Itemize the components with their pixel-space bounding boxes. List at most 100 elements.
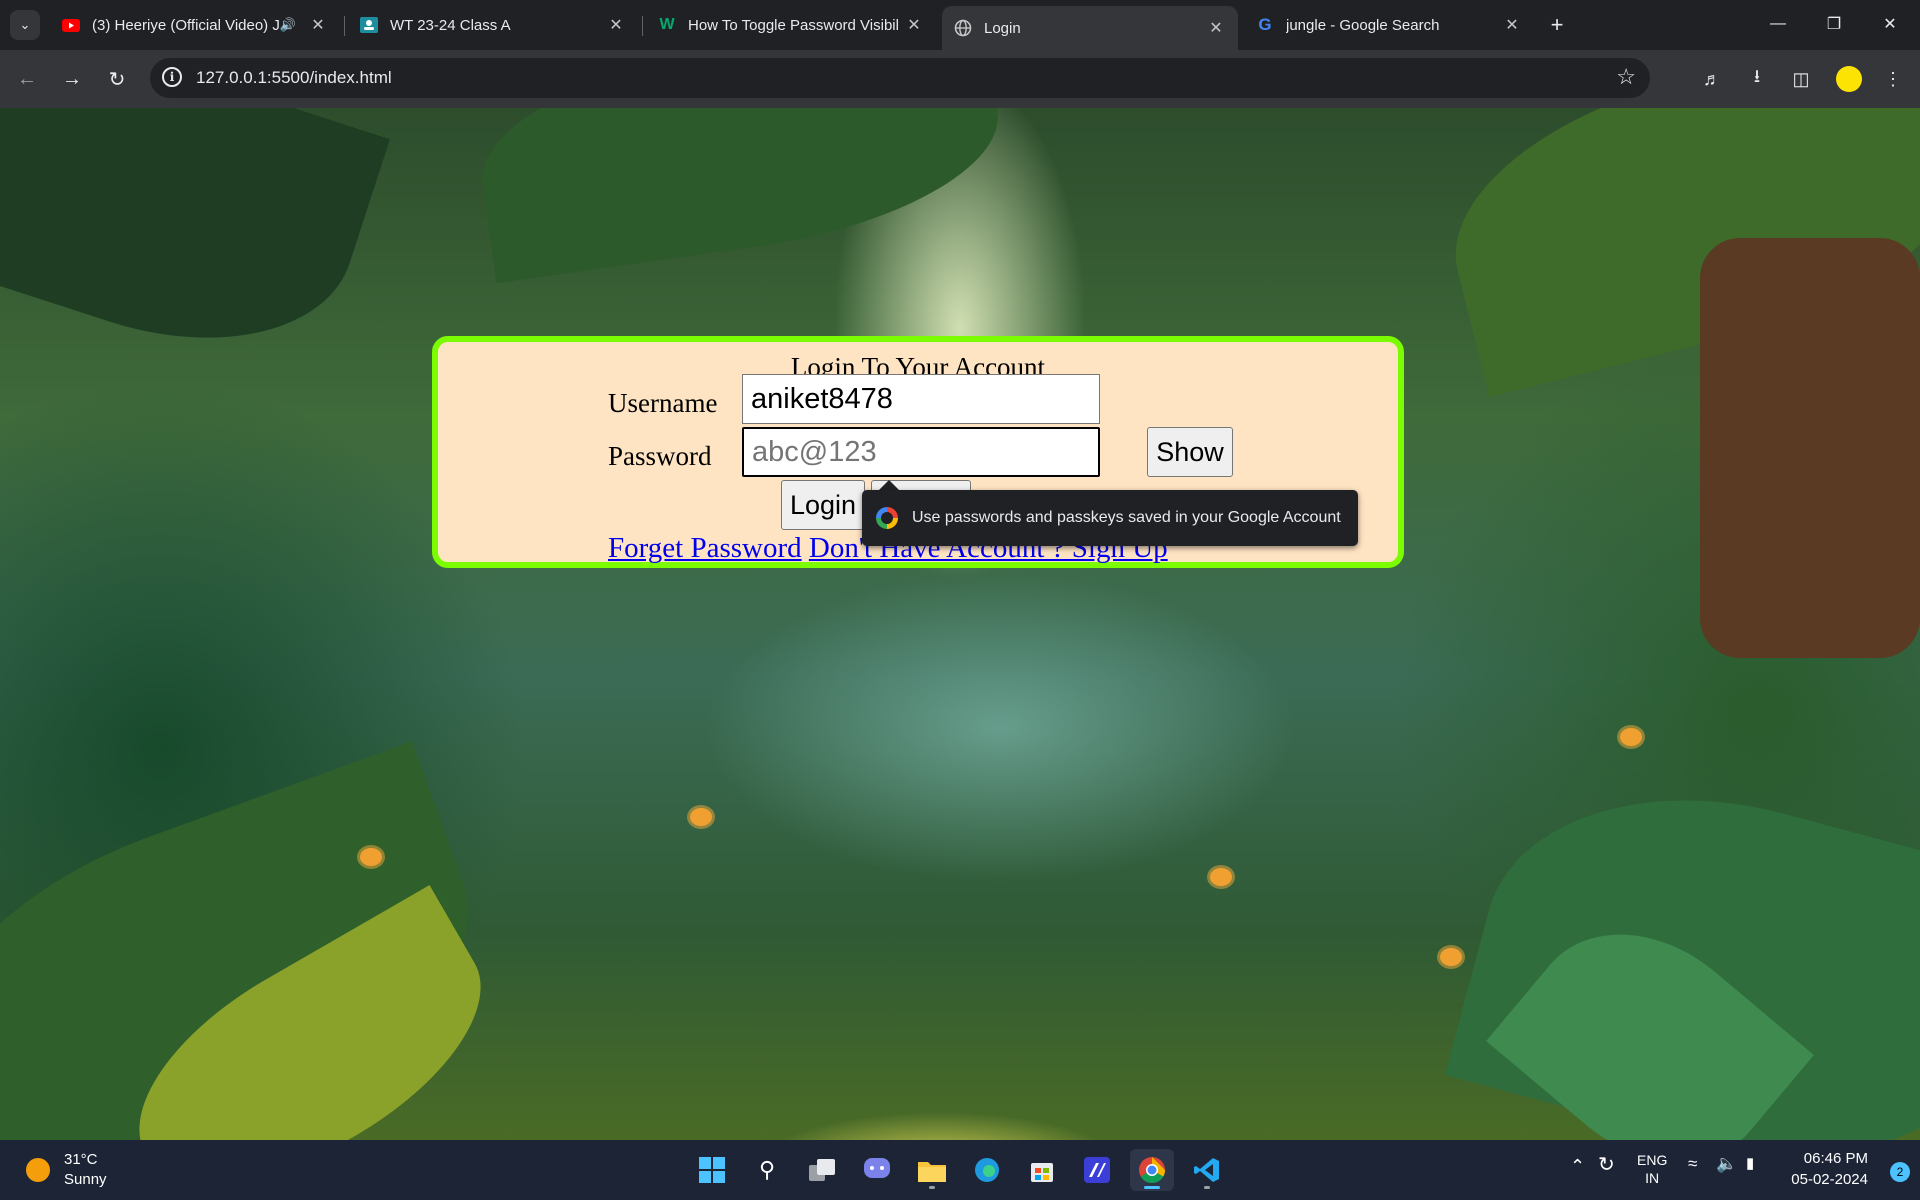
tab-youtube[interactable]: (3) Heeriye (Official Video) J 🔊 ✕ xyxy=(50,8,340,42)
sun-icon[interactable] xyxy=(26,1158,50,1182)
restore-button[interactable]: ❐ xyxy=(1806,0,1862,48)
username-label: Username xyxy=(608,388,718,418)
w3-icon: W xyxy=(659,16,675,33)
close-icon[interactable]: ✕ xyxy=(904,15,924,35)
tab-title: Login xyxy=(984,19,1021,37)
tab-title: How To Toggle Password Visibil xyxy=(688,16,899,34)
tab-w3schools[interactable]: W How To Toggle Password Visibil ✕ xyxy=(646,8,936,42)
page-viewport: Login To Your Account Username aniket847… xyxy=(0,108,1920,1140)
close-icon[interactable]: ✕ xyxy=(1206,18,1226,38)
password-label: Password xyxy=(608,441,712,471)
chrome-button[interactable] xyxy=(1130,1149,1174,1191)
profile-avatar[interactable] xyxy=(1836,66,1862,92)
tab-search-button[interactable]: ⌄ xyxy=(10,10,40,40)
background-flower xyxy=(360,848,382,866)
language-indicator[interactable]: ENG IN xyxy=(1637,1151,1667,1187)
background-flower xyxy=(1440,948,1462,966)
vscode-button[interactable] xyxy=(1185,1149,1229,1191)
site-info-icon[interactable]: i xyxy=(162,67,182,87)
tab-login[interactable]: Login ✕ xyxy=(942,6,1238,50)
classroom-icon xyxy=(360,16,378,34)
windows-icon xyxy=(699,1157,725,1183)
url-text[interactable]: 127.0.0.1:5500/index.html xyxy=(196,68,392,88)
chat-app-button[interactable] xyxy=(855,1149,899,1191)
username-value: aniket8478 xyxy=(751,382,893,415)
notification-badge[interactable]: 2 xyxy=(1890,1162,1910,1182)
search-button[interactable]: ⚲ xyxy=(745,1149,789,1191)
browser-toolbar: ← → ↻ i 127.0.0.1:5500/index.html ☆ ♬ ⭳ … xyxy=(0,50,1920,108)
background-foliage xyxy=(0,108,390,387)
chevron-down-icon: ⌄ xyxy=(19,17,31,32)
tooltip-text: Use passwords and passkeys saved in your… xyxy=(912,509,1341,526)
back-arrow-icon: ← xyxy=(17,67,37,90)
background-flower xyxy=(690,808,712,826)
plus-icon: + xyxy=(1550,12,1564,37)
forward-button[interactable]: → xyxy=(55,62,89,96)
task-view-icon xyxy=(809,1159,835,1181)
tab-title: jungle - Google Search xyxy=(1286,16,1440,34)
weather-condition[interactable]: Sunny xyxy=(64,1171,107,1188)
file-explorer-button[interactable] xyxy=(910,1149,954,1191)
close-icon[interactable]: ✕ xyxy=(606,15,626,35)
forget-password-link[interactable]: Forget Password xyxy=(608,532,802,564)
reload-icon: ↻ xyxy=(108,68,126,91)
show-hidden-icons-button[interactable]: ⌃ xyxy=(1570,1156,1585,1177)
google-icon: G xyxy=(1258,15,1272,34)
password-placeholder: abc@123 xyxy=(752,435,877,468)
tab-title: WT 23-24 Class A xyxy=(390,16,511,34)
close-icon: ✕ xyxy=(1883,16,1897,33)
login-button[interactable]: Login xyxy=(781,480,865,530)
password-input[interactable]: abc@123 xyxy=(742,427,1100,477)
chat-icon xyxy=(864,1158,890,1178)
taskbar: 31°C Sunny ⚲ ⌃ ↻ ENG IN ≈ 🔈 ▮ 06:46 PM 0… xyxy=(0,1140,1920,1200)
vscode-icon xyxy=(1194,1158,1219,1182)
side-panel-icon[interactable]: ◫ xyxy=(1784,62,1818,96)
clock-time[interactable]: 06:46 PM xyxy=(1804,1150,1868,1167)
edge-button[interactable] xyxy=(965,1149,1009,1191)
chevron-up-icon: ⌃ xyxy=(1570,1156,1586,1176)
new-tab-button[interactable]: + xyxy=(1542,10,1572,40)
bookmark-star-icon[interactable]: ☆ xyxy=(1616,64,1636,90)
task-view-button[interactable] xyxy=(800,1149,844,1191)
clock-date[interactable]: 05-02-2024 xyxy=(1791,1171,1868,1188)
tab-title: (3) Heeriye (Official Video) J xyxy=(92,16,280,34)
language-primary: ENG xyxy=(1637,1152,1668,1168)
close-window-button[interactable]: ✕ xyxy=(1862,0,1918,48)
tab-google-search[interactable]: G jungle - Google Search ✕ xyxy=(1244,8,1534,42)
forward-arrow-icon: → xyxy=(62,67,82,90)
restore-icon: ❐ xyxy=(1826,16,1842,33)
running-indicator xyxy=(929,1186,935,1189)
volume-icon[interactable]: 🔈 xyxy=(1716,1154,1737,1174)
folder-icon xyxy=(918,1162,946,1182)
minimize-button[interactable]: — xyxy=(1750,0,1806,48)
back-button[interactable]: ← xyxy=(10,62,44,96)
close-icon[interactable]: ✕ xyxy=(1502,15,1522,35)
background-flower xyxy=(1210,868,1232,886)
username-input[interactable]: aniket8478 xyxy=(742,374,1100,424)
media-control-icon[interactable]: ♬ xyxy=(1695,62,1729,96)
azure-app-button[interactable] xyxy=(1075,1149,1119,1191)
reload-button[interactable]: ↻ xyxy=(100,62,134,96)
battery-icon[interactable]: ▮ xyxy=(1746,1154,1754,1172)
google-g-icon xyxy=(876,507,898,529)
close-icon[interactable]: ✕ xyxy=(308,15,328,35)
sync-icon[interactable]: ↻ xyxy=(1598,1152,1615,1177)
background-tree-trunk xyxy=(1700,238,1920,658)
start-button[interactable] xyxy=(690,1149,734,1191)
minimize-icon: — xyxy=(1770,15,1786,32)
youtube-icon xyxy=(62,16,80,34)
download-icon[interactable]: ⭳ xyxy=(1740,62,1774,96)
store-button[interactable] xyxy=(1020,1149,1064,1191)
background-foliage xyxy=(468,108,1012,284)
running-indicator xyxy=(1144,1186,1160,1189)
weather-temperature[interactable]: 31°C xyxy=(64,1151,98,1168)
menu-dots-icon[interactable]: ⋮ xyxy=(1876,62,1910,96)
tab-divider xyxy=(642,16,643,36)
show-password-button[interactable]: Show xyxy=(1147,427,1233,477)
password-autofill-tooltip[interactable]: Use passwords and passkeys saved in your… xyxy=(862,490,1358,546)
tab-classroom[interactable]: WT 23-24 Class A ✕ xyxy=(348,8,638,42)
wifi-icon[interactable]: ≈ xyxy=(1688,1154,1697,1174)
address-bar[interactable]: i 127.0.0.1:5500/index.html ☆ xyxy=(150,58,1650,98)
speaker-icon[interactable]: 🔊 xyxy=(280,17,296,33)
store-icon xyxy=(1031,1163,1053,1182)
